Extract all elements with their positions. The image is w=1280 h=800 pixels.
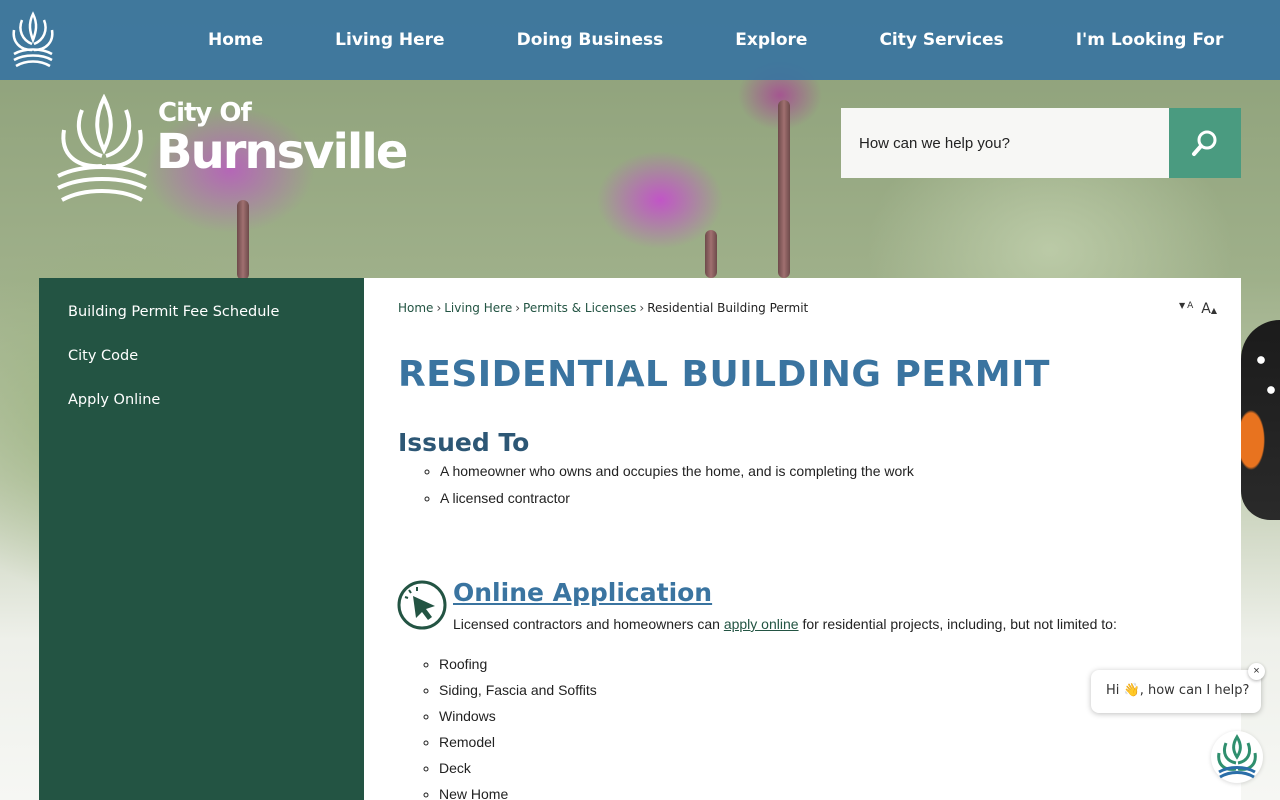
- chat-greeting-text: Hi 👋, how can I help?: [1106, 683, 1250, 698]
- increase-font-button[interactable]: A ▲: [1201, 301, 1219, 317]
- breadcrumb-current: Residential Building Permit: [647, 301, 809, 315]
- list-item: A licensed contractor: [440, 490, 914, 517]
- butterfly-image: [1241, 320, 1280, 520]
- decrease-font-label: A: [1187, 301, 1194, 311]
- breadcrumb-separator: ›: [436, 301, 442, 315]
- triangle-down-icon: ▼: [1178, 301, 1186, 310]
- search-bar: [841, 108, 1241, 178]
- breadcrumb-separator: ›: [515, 301, 521, 315]
- online-application-text: Licensed contractors and homeowners can …: [453, 616, 1117, 632]
- list-item: Roofing: [439, 656, 597, 682]
- breadcrumb: Home › Living Here › Permits & Licenses › Resi…: [398, 301, 808, 315]
- issued-to-heading: Issued To: [398, 428, 530, 457]
- nav-item-looking-for[interactable]: I'm Looking For: [1040, 30, 1260, 50]
- breadcrumb-permits[interactable]: Permits & Licenses: [523, 301, 636, 315]
- sidebar-item-city-code[interactable]: City Code: [39, 346, 364, 390]
- flower-stem: [778, 100, 790, 278]
- city-logo[interactable]: City Of Burnsville: [52, 94, 408, 206]
- increase-font-label: A: [1201, 301, 1211, 317]
- search-input[interactable]: [841, 108, 1169, 178]
- nav-item-explore[interactable]: Explore: [699, 30, 843, 50]
- main-content: Home › Living Here › Permits & Licenses › Resi…: [364, 278, 1241, 800]
- chat-launcher-icon[interactable]: [1211, 731, 1263, 783]
- nav-item-city-services[interactable]: City Services: [843, 30, 1039, 50]
- breadcrumb-home[interactable]: Home: [398, 301, 433, 315]
- chat-greeting-bubble[interactable]: Hi 👋, how can I help?: [1091, 670, 1261, 713]
- issued-to-list: A homeowner who owns and occupies the ho…: [440, 463, 914, 517]
- font-size-controls: ▼ A A ▲: [1179, 301, 1219, 317]
- sidebar-nav: Building Permit Fee Schedule City Code A…: [39, 278, 364, 800]
- project-list: Roofing Siding, Fascia and Soffits Windo…: [439, 656, 597, 800]
- apply-online-link[interactable]: apply online: [724, 616, 799, 632]
- decrease-font-button[interactable]: ▼ A: [1179, 301, 1193, 317]
- list-item: Windows: [439, 708, 597, 734]
- breadcrumb-separator: ›: [639, 301, 645, 315]
- flower-stem: [705, 230, 717, 278]
- sidebar-item-fee-schedule[interactable]: Building Permit Fee Schedule: [39, 302, 364, 346]
- nav-item-home[interactable]: Home: [172, 30, 299, 50]
- cursor-click-icon: [397, 580, 447, 630]
- triangle-up-icon: ▲: [1210, 306, 1217, 315]
- online-application-link[interactable]: Online Application: [453, 578, 712, 607]
- logo-text-burnsville: Burnsville: [156, 124, 408, 180]
- list-item: Siding, Fascia and Soffits: [439, 682, 597, 708]
- list-item: A homeowner who owns and occupies the ho…: [440, 463, 914, 490]
- sidebar-item-apply-online[interactable]: Apply Online: [39, 390, 364, 434]
- home-logo-icon[interactable]: [8, 10, 58, 70]
- list-item: New Home: [439, 786, 597, 800]
- page-title: RESIDENTIAL BUILDING PERMIT: [398, 354, 1050, 395]
- main-menu: Home Living Here Doing Business Explore …: [172, 0, 1259, 80]
- top-navigation: Home Living Here Doing Business Explore …: [0, 0, 1280, 80]
- app-text-before: Licensed contractors and homeowners can: [453, 616, 724, 632]
- search-icon: [1192, 130, 1217, 156]
- list-item: Remodel: [439, 734, 597, 760]
- close-icon[interactable]: ×: [1248, 663, 1265, 680]
- search-button[interactable]: [1169, 108, 1241, 178]
- nav-item-living-here[interactable]: Living Here: [299, 30, 480, 50]
- app-text-after: for residential projects, including, but…: [798, 616, 1117, 632]
- flower-stem: [237, 200, 249, 280]
- nav-item-doing-business[interactable]: Doing Business: [481, 30, 700, 50]
- list-item: Deck: [439, 760, 597, 786]
- breadcrumb-living-here[interactable]: Living Here: [444, 301, 512, 315]
